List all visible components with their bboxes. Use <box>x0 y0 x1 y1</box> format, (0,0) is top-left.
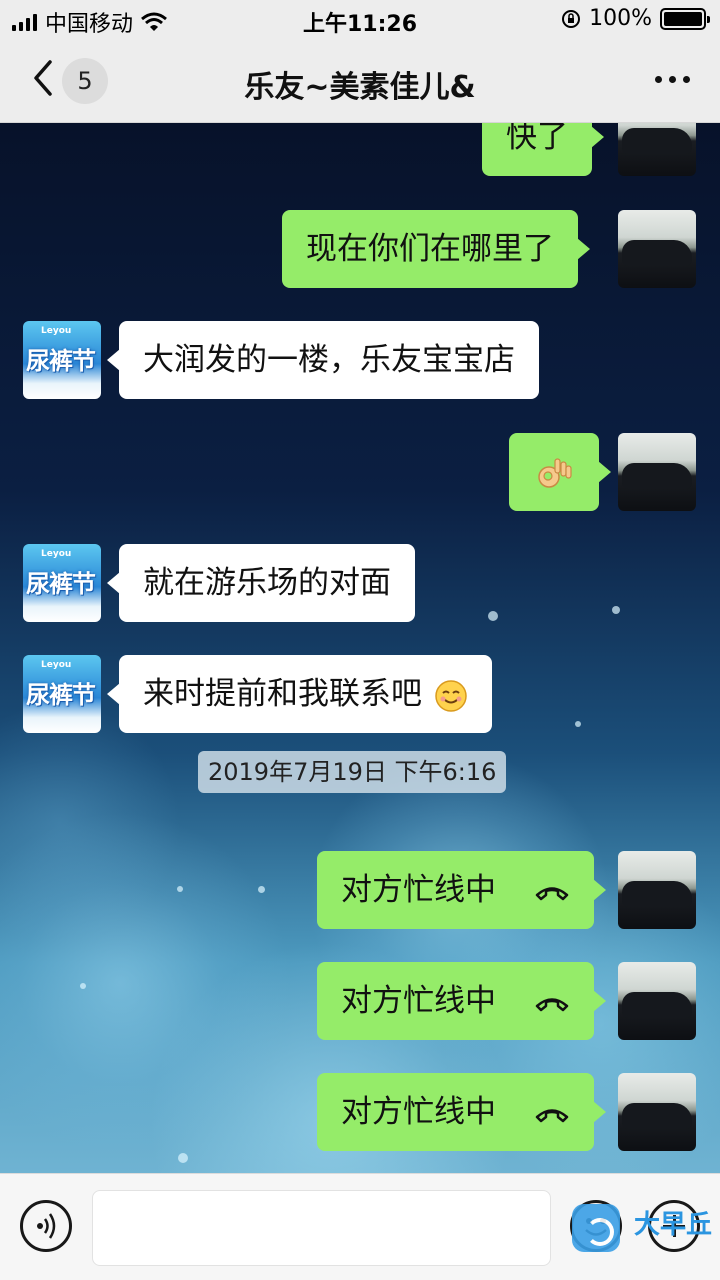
call-status-text: 对方忙线中 <box>341 1094 496 1130</box>
phone-hangup-icon <box>535 886 569 900</box>
my-message-bubble[interactable]: 现在你们在哪里了 <box>282 210 590 288</box>
message-text: 就在游乐场的对面 <box>143 565 391 601</box>
call-record-bubble[interactable]: 对方忙线中 <box>317 851 606 929</box>
contact-message-bubble[interactable]: 来时提前和我联系吧 <box>107 655 492 733</box>
contact-avatar[interactable]: Leyou 尿裤节 <box>23 544 101 622</box>
my-avatar[interactable] <box>618 433 696 511</box>
chat-header: 5 乐友~美素佳儿& <box>0 40 720 123</box>
unread-count-badge[interactable]: 5 <box>62 58 108 104</box>
message-text: 现在你们在哪里了 <box>306 231 554 267</box>
call-status-text: 对方忙线中 <box>341 872 496 908</box>
call-record-bubble[interactable]: 对方忙线中 <box>317 962 606 1040</box>
call-status-text: 对方忙线中 <box>341 983 496 1019</box>
contact-message-bubble[interactable]: 大润发的一楼，乐友宝宝店 <box>107 321 539 399</box>
message-text: 来时提前和我联系吧 <box>143 676 422 712</box>
message-timestamp: 2019年7月19日 下午6:16 <box>198 751 507 793</box>
contact-avatar[interactable]: Leyou 尿裤节 <box>23 655 101 733</box>
my-message-bubble[interactable]: 快了 <box>482 123 604 176</box>
watermark-logo-icon <box>572 1204 620 1252</box>
battery-icon <box>660 7 710 30</box>
more-dots-icon[interactable] <box>655 76 690 83</box>
ok-hand-emoji-icon <box>538 457 572 488</box>
contact-avatar[interactable]: Leyou 尿裤节 <box>23 321 101 399</box>
watermark-logo: 大早丘 <box>572 1198 720 1258</box>
smile-emoji-icon <box>435 679 467 712</box>
message-text: 大润发的一楼，乐友宝宝店 <box>143 342 515 378</box>
chevron-left-icon[interactable] <box>28 58 58 98</box>
message-text: 快了 <box>506 123 568 155</box>
my-avatar[interactable] <box>618 210 696 288</box>
my-avatar[interactable] <box>618 1073 696 1151</box>
my-avatar[interactable] <box>618 851 696 929</box>
status-bar: 中国移动 上午11:26 100% <box>0 0 720 40</box>
call-record-bubble[interactable]: 对方忙线中 <box>317 1073 606 1151</box>
my-avatar[interactable] <box>618 123 696 176</box>
voice-icon[interactable] <box>20 1200 72 1252</box>
phone-hangup-icon <box>535 997 569 1011</box>
chat-area[interactable]: 快了 现在你们在哪里了 Leyou 尿裤节 大润发的一楼，乐友宝宝店 Leyou… <box>0 123 720 1173</box>
phone-hangup-icon <box>535 1108 569 1122</box>
battery-percent: 100% <box>589 6 652 31</box>
top-bar: 中国移动 上午11:26 100% 5 乐友~美素佳儿& <box>0 0 720 123</box>
rotation-lock-icon <box>562 9 581 28</box>
my-avatar[interactable] <box>618 962 696 1040</box>
contact-message-bubble[interactable]: 就在游乐场的对面 <box>107 544 415 622</box>
chat-title: 乐友~美素佳儿& <box>244 70 476 105</box>
my-message-bubble[interactable] <box>509 433 611 511</box>
message-input[interactable] <box>92 1190 551 1266</box>
